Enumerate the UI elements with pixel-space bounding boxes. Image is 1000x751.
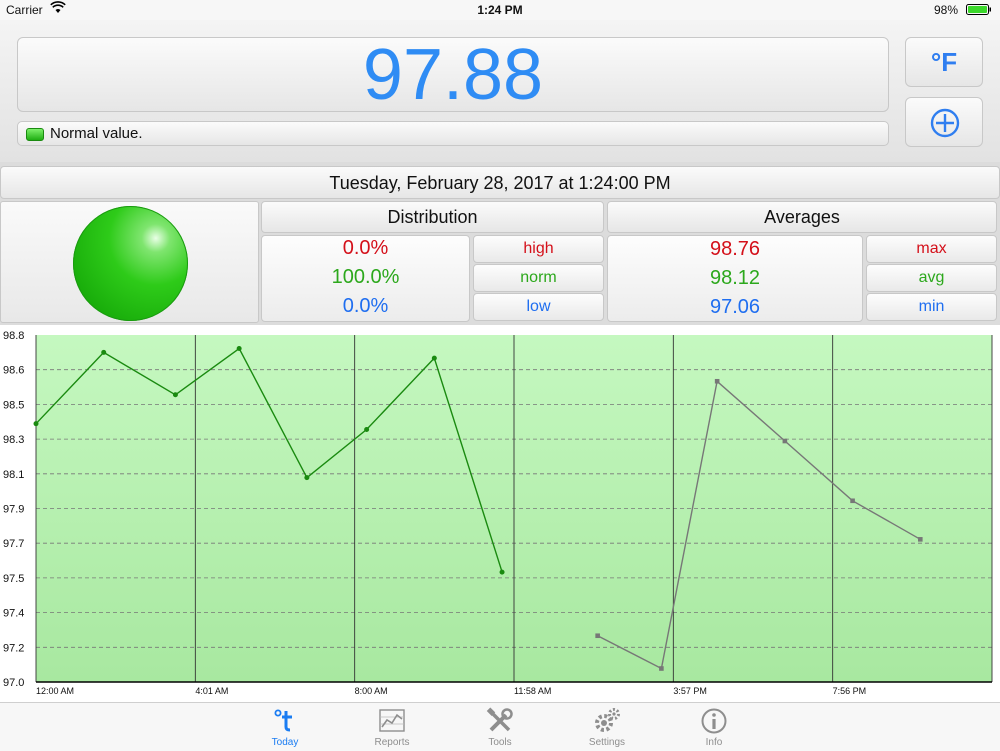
- chart-data-point: [499, 569, 505, 575]
- status-ball-icon: [73, 206, 188, 321]
- chart-y-tick-label: 98.8: [3, 330, 24, 342]
- distribution-low-button[interactable]: low: [473, 293, 604, 321]
- tab-reports[interactable]: Reports: [352, 703, 432, 751]
- chart-y-tick-label: 97.0: [3, 677, 24, 689]
- tools-icon: [486, 707, 513, 732]
- info-icon: [701, 708, 727, 734]
- thermometer-t-icon: [274, 709, 292, 732]
- tab-tools-label: Tools: [488, 737, 512, 748]
- chart-y-tick-label: 97.7: [3, 538, 24, 550]
- average-max-button[interactable]: max: [866, 235, 997, 263]
- chart-data-point: [304, 475, 310, 481]
- chart-y-tick-label: 98.1: [3, 469, 24, 481]
- gear-icon: [595, 708, 620, 732]
- distribution-header: Distribution: [261, 201, 604, 233]
- status-bar: Carrier 1:24 PM 98%: [0, 0, 1000, 20]
- clock: 1:24 PM: [477, 3, 523, 17]
- chart-y-tick-label: 97.2: [3, 642, 24, 654]
- chart-x-tick-label: 3:57 PM: [673, 686, 707, 696]
- reading-status-text: Normal value.: [50, 125, 143, 142]
- tab-reports-label: Reports: [374, 737, 410, 748]
- tab-tools[interactable]: Tools: [460, 703, 540, 751]
- tab-today[interactable]: Today: [245, 703, 325, 751]
- chart-data-point: [172, 392, 178, 398]
- tab-info[interactable]: Info: [674, 703, 754, 751]
- chart-data-point: [595, 633, 600, 639]
- average-min-value: 97.06: [709, 296, 761, 318]
- add-reading-button[interactable]: [905, 97, 983, 147]
- chart-data-point: [782, 438, 788, 444]
- chart-x-tick-label: 12:00 AM: [36, 686, 74, 696]
- temperature-chart-panel: 97.0 97.2 97.4 97.5 97.7 97.9 98.1 98.3 98.5 98.6…: [0, 325, 1000, 702]
- chart-y-tick-label: 97.5: [3, 573, 24, 585]
- chart-x-tick-label: 8:00 AM: [355, 686, 388, 696]
- chart-data-point: [364, 426, 370, 432]
- averages-values: 98.76 98.12 97.06: [607, 235, 863, 322]
- battery-percent: 98%: [933, 3, 958, 17]
- chart-y-tick-label: 97.9: [3, 504, 24, 516]
- reading-timestamp: Tuesday, February 28, 2017 at 1:24:00 PM: [0, 166, 1000, 199]
- chart-x-tick-label: 11:58 AM: [514, 686, 551, 696]
- average-max-value: 98.76: [709, 238, 761, 260]
- distribution-norm-button[interactable]: norm: [473, 264, 604, 292]
- chart-y-tick-label: 98.5: [3, 399, 24, 411]
- averages-header: Averages: [607, 201, 997, 233]
- chart-data-point: [918, 537, 923, 542]
- average-min-button[interactable]: min: [866, 293, 997, 321]
- average-avg-value: 98.12: [709, 267, 761, 289]
- reading-status-bar: Normal value.: [17, 121, 889, 146]
- distribution-low-value: 0.0%: [342, 295, 389, 317]
- status-ball-panel: [0, 201, 259, 323]
- chart-icon: [379, 709, 405, 732]
- chart-data-point: [236, 345, 242, 351]
- distribution-values: 0.0% 100.0% 0.0%: [261, 235, 470, 322]
- chart-data-point: [659, 666, 664, 671]
- tab-settings[interactable]: Settings: [567, 703, 647, 751]
- chart-y-tick-label: 98.3: [3, 434, 24, 446]
- chart-data-point: [101, 349, 107, 355]
- tab-info-label: Info: [705, 737, 723, 748]
- distribution-norm-value: 100.0%: [331, 266, 400, 288]
- average-avg-button[interactable]: avg: [866, 264, 997, 292]
- current-reading-display: 97.88: [17, 35, 889, 115]
- chart-data-point: [714, 378, 720, 384]
- chart-x-tick-label: 7:56 PM: [833, 686, 867, 696]
- chart-y-tick-label: 98.6: [3, 365, 24, 377]
- tab-settings-label: Settings: [588, 737, 626, 748]
- temperature-chart[interactable]: 97.0 97.2 97.4 97.5 97.7 97.9 98.1 98.3 98.5 98.6…: [0, 325, 1000, 702]
- chart-data-point: [431, 355, 437, 361]
- chart-data-point: [850, 498, 855, 504]
- plus-circle-icon: [930, 108, 960, 138]
- battery-icon: [966, 4, 991, 15]
- status-indicator-icon: [26, 128, 44, 141]
- distribution-high-button[interactable]: high: [473, 235, 604, 263]
- unit-toggle-button[interactable]: °F: [905, 37, 983, 87]
- tab-today-label: Today: [271, 737, 299, 748]
- chart-x-tick-label: 4:01 AM: [195, 686, 228, 696]
- tab-bar: Today Reports Tools Settings Info: [0, 702, 1000, 751]
- chart-data-point: [33, 421, 39, 427]
- distribution-high-value: 0.0%: [342, 237, 389, 259]
- current-reading-value: 97.88: [362, 35, 544, 115]
- chart-y-tick-label: 97.4: [3, 608, 24, 620]
